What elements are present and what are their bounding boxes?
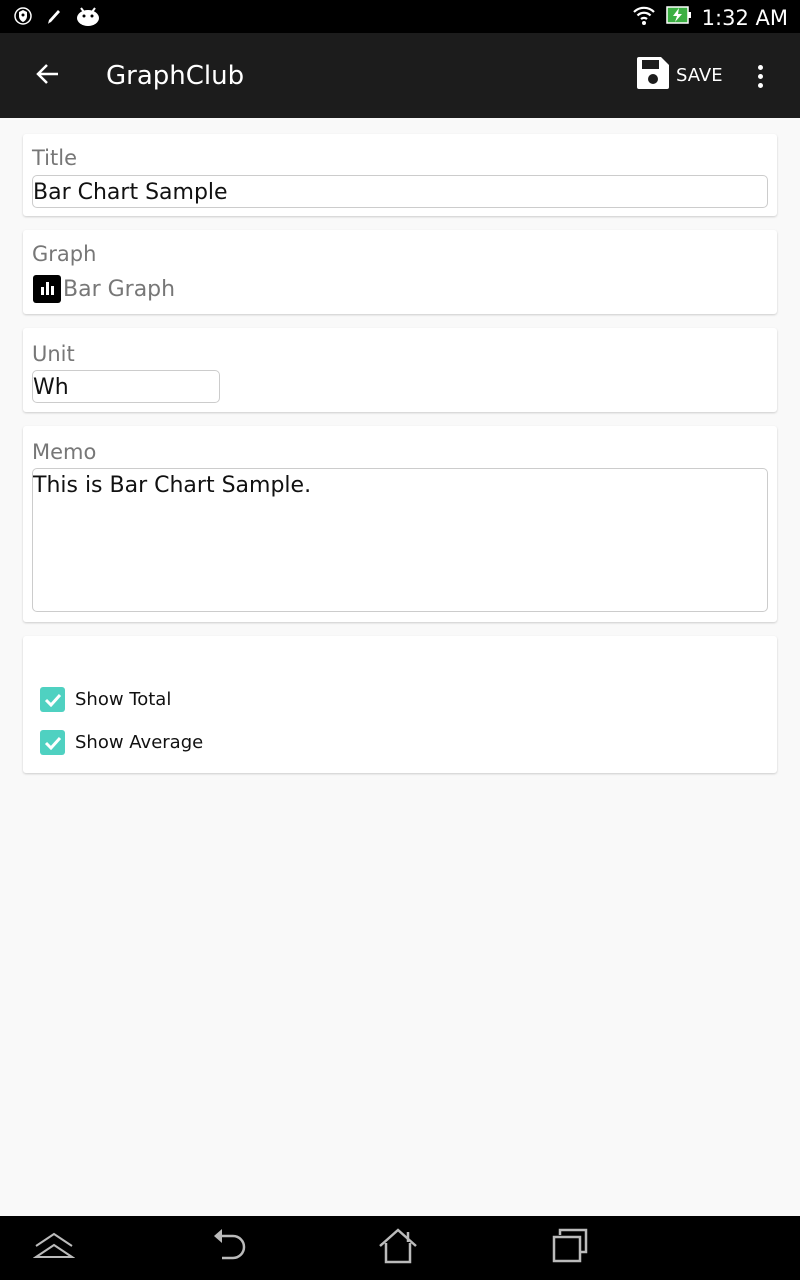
back-nav-button[interactable] bbox=[204, 1228, 254, 1268]
memo-textarea[interactable]: This is Bar Chart Sample. bbox=[32, 468, 768, 612]
pencil-icon bbox=[46, 7, 62, 30]
show-total-checkbox[interactable] bbox=[40, 687, 65, 712]
back-button[interactable] bbox=[30, 59, 66, 93]
collapse-icon bbox=[32, 1231, 76, 1266]
app-title: GraphClub bbox=[106, 61, 245, 91]
floppy-disk-icon bbox=[636, 56, 670, 95]
android-icon bbox=[76, 6, 100, 31]
graph-type-value: Bar Graph bbox=[63, 276, 176, 302]
show-total-checkbox-row[interactable]: Show Total bbox=[40, 687, 171, 712]
show-average-label: Show Average bbox=[75, 732, 204, 753]
unit-label: Unit bbox=[32, 342, 75, 366]
save-label: SAVE bbox=[676, 64, 723, 86]
shield-icon bbox=[14, 6, 32, 31]
home-icon bbox=[378, 1227, 418, 1269]
more-options-button[interactable] bbox=[748, 59, 772, 93]
wifi-icon bbox=[632, 4, 656, 31]
status-time: 1:32 AM bbox=[701, 5, 788, 30]
graph-type-selector[interactable]: Bar Graph bbox=[33, 275, 175, 303]
status-bar: 1:32 AM bbox=[0, 0, 800, 33]
checkmark-icon bbox=[44, 693, 61, 707]
memo-card: Memo This is Bar Chart Sample. bbox=[23, 426, 777, 622]
show-total-label: Show Total bbox=[75, 689, 172, 710]
recent-apps-button[interactable] bbox=[545, 1228, 595, 1268]
graph-card: Graph Bar Graph bbox=[23, 230, 777, 314]
battery-charging-icon bbox=[665, 6, 692, 29]
unit-card: Unit bbox=[23, 328, 777, 412]
title-label: Title bbox=[32, 146, 78, 170]
home-button[interactable] bbox=[373, 1227, 423, 1269]
bar-chart-icon bbox=[33, 275, 61, 303]
show-average-checkbox[interactable] bbox=[40, 730, 65, 755]
graph-label: Graph bbox=[32, 242, 97, 266]
show-average-checkbox-row[interactable]: Show Average bbox=[40, 730, 203, 755]
checkmark-icon bbox=[44, 736, 61, 750]
back-icon bbox=[209, 1228, 249, 1269]
more-vert-icon-dot bbox=[757, 73, 763, 79]
system-nav-bar bbox=[0, 1216, 800, 1280]
title-card: Title bbox=[23, 134, 777, 216]
unit-input[interactable] bbox=[32, 370, 220, 403]
recent-apps-icon bbox=[550, 1228, 590, 1269]
app-bar: GraphClub SAVE bbox=[0, 33, 800, 118]
more-vert-icon-dot bbox=[757, 64, 763, 70]
options-card: Show Total Show Average bbox=[23, 636, 777, 773]
title-input[interactable] bbox=[32, 175, 768, 208]
more-vert-icon-dot bbox=[757, 82, 763, 88]
collapse-button[interactable] bbox=[29, 1228, 79, 1268]
memo-label: Memo bbox=[32, 440, 97, 464]
save-button[interactable]: SAVE bbox=[636, 56, 723, 95]
arrow-left-icon bbox=[36, 63, 60, 90]
